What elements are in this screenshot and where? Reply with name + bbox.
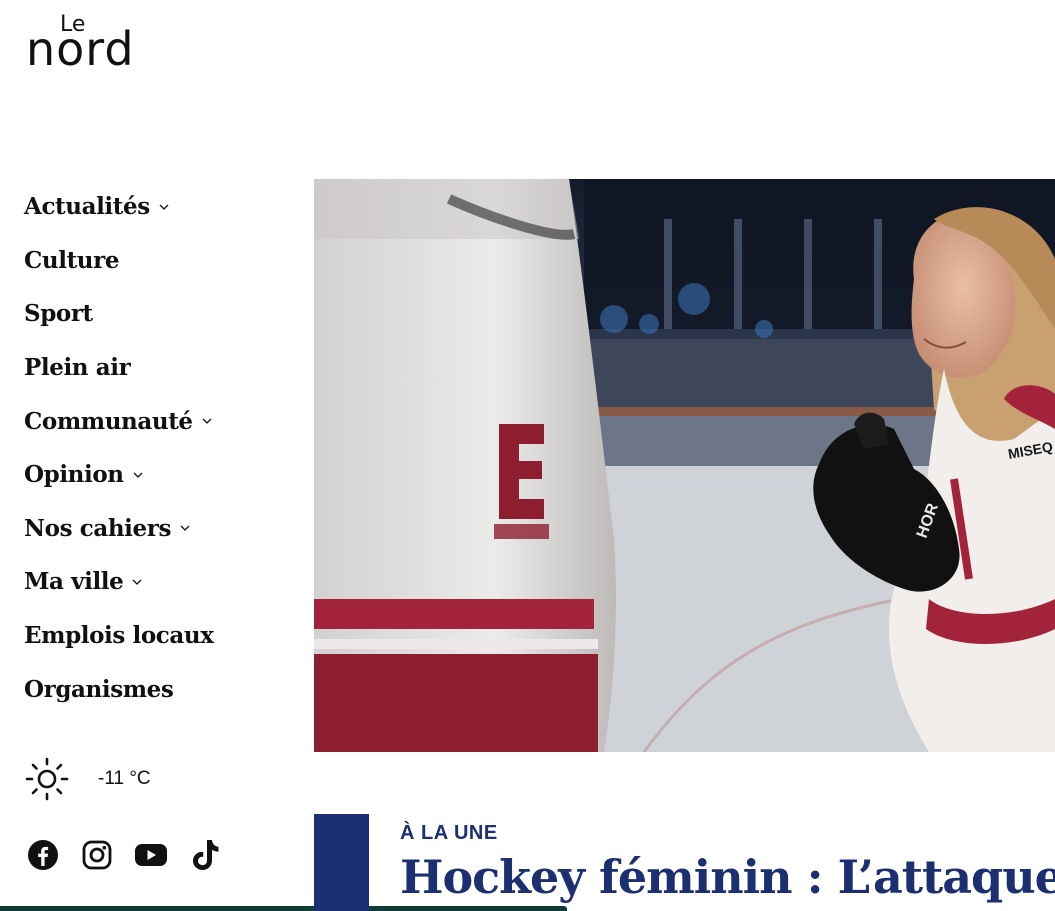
feature-accent-block bbox=[314, 814, 369, 911]
feature-kicker: À LA UNE bbox=[400, 822, 498, 844]
tiktok-icon[interactable] bbox=[188, 838, 222, 872]
logo-nord: nord bbox=[26, 22, 135, 76]
chevron-down-icon bbox=[133, 472, 143, 478]
nav-item-emplois-locaux[interactable]: Emplois locaux bbox=[24, 609, 284, 663]
nav-item-plein-air[interactable]: Plein air bbox=[24, 341, 284, 395]
nav-item-communaute[interactable]: Communauté bbox=[24, 394, 284, 448]
weather-widget: -11 °C bbox=[24, 756, 151, 802]
hero-image[interactable]: HOR MISEQ bbox=[314, 179, 1055, 752]
hockey-photo: HOR MISEQ bbox=[314, 179, 1055, 752]
nav-item-label: Actualités bbox=[24, 193, 150, 221]
nav-item-label: Nos cahiers bbox=[24, 514, 171, 542]
nav-item-culture[interactable]: Culture bbox=[24, 234, 284, 288]
nav-item-label: Sport bbox=[24, 300, 93, 328]
nav-item-opinion[interactable]: Opinion bbox=[24, 448, 284, 502]
main-nav: Actualités Culture Sport Plein air Commu… bbox=[24, 180, 284, 716]
nav-item-label: Organismes bbox=[24, 675, 174, 703]
site-logo[interactable]: Le nord bbox=[26, 12, 154, 72]
nav-item-sport[interactable]: Sport bbox=[24, 287, 284, 341]
chevron-down-icon bbox=[180, 525, 190, 532]
nav-item-label: Communauté bbox=[24, 407, 193, 435]
temperature: -11 °C bbox=[98, 768, 151, 789]
social-links bbox=[26, 838, 222, 872]
facebook-icon[interactable] bbox=[26, 838, 60, 872]
nav-item-label: Ma ville bbox=[24, 568, 124, 596]
youtube-icon[interactable] bbox=[134, 838, 168, 872]
chevron-down-icon bbox=[159, 204, 169, 210]
nav-item-ma-ville[interactable]: Ma ville bbox=[24, 555, 284, 609]
nav-item-label: Culture bbox=[24, 246, 120, 274]
nav-item-organismes[interactable]: Organismes bbox=[24, 662, 284, 716]
nav-item-label: Emplois locaux bbox=[24, 622, 214, 650]
nav-item-label: Plein air bbox=[24, 354, 131, 382]
nav-item-nos-cahiers[interactable]: Nos cahiers bbox=[24, 502, 284, 556]
nav-item-actualites[interactable]: Actualités bbox=[24, 180, 284, 234]
nav-item-label: Opinion bbox=[24, 461, 124, 489]
instagram-icon[interactable] bbox=[80, 838, 114, 872]
chevron-down-icon bbox=[202, 418, 212, 425]
feature-headline[interactable]: Hockey féminin : L’attaque de bbox=[400, 846, 1055, 911]
chevron-down-icon bbox=[132, 579, 142, 585]
sun-icon bbox=[25, 757, 69, 801]
